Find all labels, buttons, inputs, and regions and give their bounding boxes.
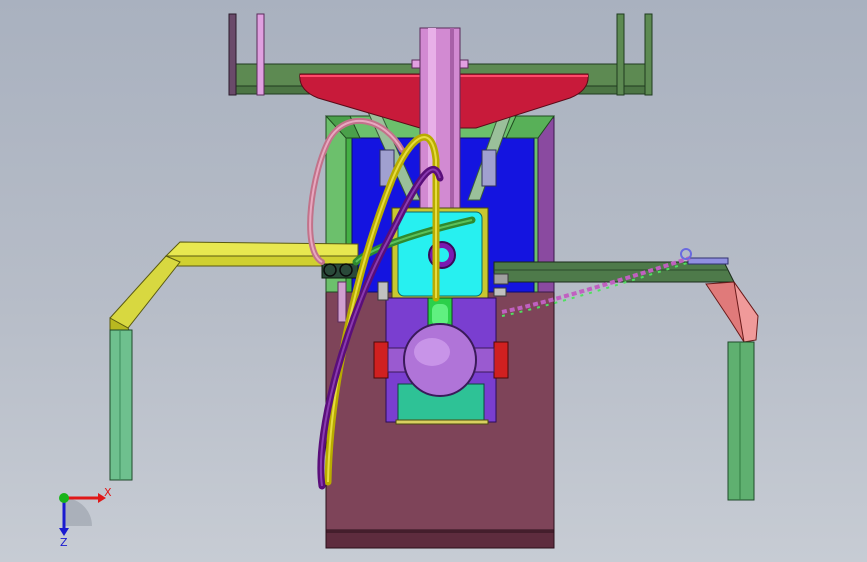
machine-assembly[interactable]: X Z [0, 0, 867, 562]
left-arm-top [164, 241, 359, 257]
x-axis-label: X [104, 486, 112, 499]
left-post-outer [228, 13, 237, 96]
motor-flange-left [373, 341, 389, 379]
right-leg [727, 341, 755, 501]
right-post-inner [616, 13, 625, 96]
mast-collar [411, 59, 421, 69]
y-axis-dot [59, 493, 69, 503]
left-leg [109, 329, 133, 481]
right-arm-top [493, 261, 735, 283]
left-post-inner [256, 13, 265, 96]
right-post-outer [644, 13, 653, 96]
cad-viewport[interactable]: X Z [0, 0, 867, 562]
left-arm-diagonal [109, 255, 181, 331]
triad-shadow [64, 498, 92, 526]
z-axis-label: Z [60, 536, 68, 549]
orientation-triad: X Z [59, 486, 112, 549]
motor-assembly[interactable] [373, 297, 509, 425]
right-arm-cap [687, 257, 729, 265]
motor-flange-right [493, 341, 509, 379]
body-base [325, 529, 555, 549]
